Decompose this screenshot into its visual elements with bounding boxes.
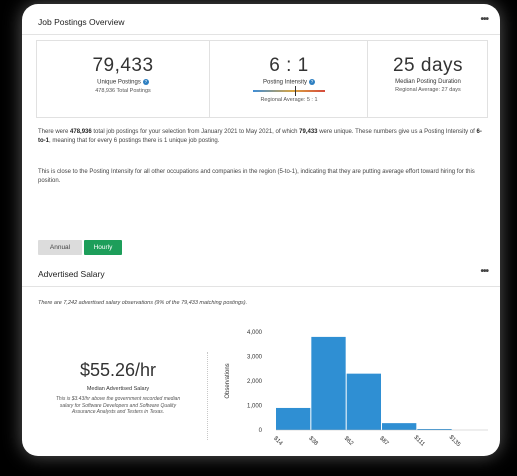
salary-observations-note: There are 7,242 advertised salary observ… (38, 300, 248, 306)
salary-title: Advertised Salary (38, 269, 105, 279)
x-tick-label: $62 (343, 436, 355, 448)
posting-intensity-value: 6 : 1 (269, 55, 309, 76)
y-tick-label: 0 (259, 428, 263, 434)
total-postings-text: 478,936 Total Postings (95, 87, 151, 94)
overview-title: Job Postings Overview (38, 17, 125, 27)
job-postings-panel: Job Postings Overview ••• 79,433 Unique … (22, 4, 500, 456)
duration-regional-average: Regional Average: 27 days (395, 87, 461, 93)
posting-intensity-stat: 6 : 1 Posting Intensity? Regional Averag… (209, 41, 368, 117)
posting-duration-stat: 25 days Median Posting Duration Regional… (367, 41, 488, 117)
annual-toggle-button[interactable]: Annual (38, 240, 82, 255)
x-tick-label: $87 (378, 436, 390, 448)
summary-text: , meaning that for every 6 postings ther… (49, 138, 220, 144)
y-tick-label: 2,000 (247, 379, 263, 385)
median-salary-value: $55.26/hr (79, 360, 157, 380)
intensity-paragraph: This is close to the Posting Intensity f… (38, 169, 475, 184)
posting-intensity-label: Posting Intensity (262, 79, 308, 86)
more-horizontal-icon[interactable]: ••• (480, 14, 488, 25)
salary-divider (207, 352, 208, 440)
overview-header: Job Postings Overview ••• (22, 8, 500, 35)
y-axis-label: Observations (225, 363, 231, 398)
median-salary-description: This is $3.43/hr above the government re… (55, 396, 181, 415)
summary-unique: 79,433 (299, 129, 318, 135)
summary-total: 478,936 (70, 129, 92, 135)
summary-text: There were (38, 129, 71, 135)
median-salary-block: $55.26/hr Median Advertised Salary This … (38, 360, 198, 416)
more-horizontal-icon[interactable]: ••• (480, 266, 488, 277)
info-icon[interactable]: ? (309, 79, 316, 85)
hourly-toggle-button[interactable]: Hourly (84, 240, 122, 255)
salary-histogram: 0 1,000 2,000 3,000 4,000 Observations $14 $38 $… (225, 330, 488, 449)
intensity-regional-average: Regional Average: 5 : 1 (260, 96, 318, 103)
posting-duration-label: Median Posting Duration (395, 79, 461, 85)
posting-duration-value: 25 days (392, 55, 464, 76)
info-icon[interactable]: ? (142, 79, 149, 85)
summary-text: were unique. These numbers give us a Pos… (317, 129, 477, 135)
histogram-bar[interactable] (382, 423, 417, 430)
summary-text: total job postings for your selection fr… (91, 129, 300, 135)
histogram-bar[interactable] (276, 407, 311, 430)
histogram-bar[interactable] (311, 336, 346, 430)
median-salary-label: Median Advertised Salary (86, 386, 150, 392)
intensity-gauge-marker (294, 85, 297, 96)
histogram-bar[interactable] (346, 373, 381, 430)
unique-postings-value: 79,433 (92, 55, 154, 76)
summary-paragraph: There were 478,936 total job postings fo… (38, 128, 488, 146)
x-tick-label: $14 (272, 436, 284, 448)
unique-postings-label: Unique Postings (97, 79, 141, 86)
y-tick-label: 1,000 (247, 404, 263, 410)
unique-postings-stat: 79,433 Unique Postings? 478,936 Total Po… (37, 41, 209, 117)
x-tick-label: $111 (413, 435, 427, 449)
x-tick-label: $135 (448, 434, 462, 448)
intensity-gauge (253, 85, 325, 96)
y-tick-label: 4,000 (247, 330, 263, 336)
stats-box: 79,433 Unique Postings? 478,936 Total Po… (36, 40, 488, 118)
salary-header: Advertised Salary ••• (22, 260, 500, 287)
y-tick-label: 3,000 (247, 355, 263, 361)
x-tick-label: $38 (307, 436, 319, 448)
